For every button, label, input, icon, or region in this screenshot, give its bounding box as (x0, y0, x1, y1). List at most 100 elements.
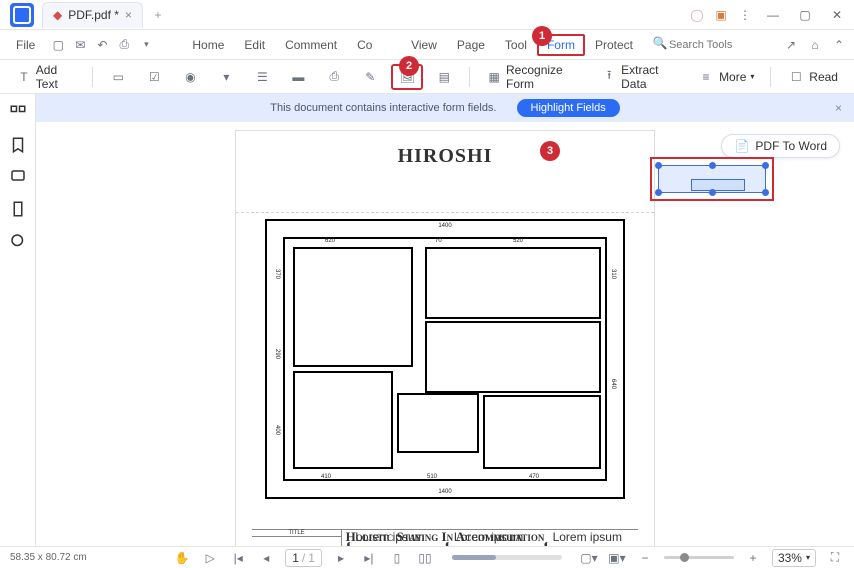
search-icon: 🔍 (651, 34, 669, 52)
zoom-slider[interactable] (664, 556, 734, 559)
selected-form-field[interactable] (650, 157, 774, 201)
checkbox-empty-icon: ☐ (787, 68, 805, 86)
attachments-icon[interactable] (9, 200, 27, 218)
callout-badge-3: 3 (540, 141, 560, 161)
coordinates-readout: 58.35 x 80.72 cm (10, 552, 87, 563)
menu-page[interactable]: Page (447, 34, 495, 56)
info-bar-close-icon[interactable]: × (835, 101, 842, 115)
comments-icon[interactable] (9, 168, 27, 186)
ribbon-toolbar: TAdd Text ▭ ☑ ◉ ▾ ☰ ▬ ⎙ ✎ 🖼 ▤ ▦Recognize… (0, 60, 854, 94)
zoom-out-icon[interactable]: − (636, 549, 654, 567)
list-button[interactable]: ☰ (247, 65, 277, 89)
app-logo-icon (10, 3, 34, 27)
title-bar: ◆ PDF.pdf * × + ◯ ▣ ⋮ — ▢ ✕ (0, 0, 854, 30)
thumbnails-icon[interactable] (9, 104, 27, 122)
date-field-button[interactable]: ▤ (429, 65, 459, 89)
last-page-icon[interactable]: ▸| (360, 549, 378, 567)
add-text-button[interactable]: TAdd Text (10, 60, 82, 94)
callout-badge-2: 2 (399, 56, 419, 76)
menu-view[interactable]: View (401, 34, 447, 56)
list-icon: ☰ (253, 68, 271, 86)
save-icon[interactable]: ▢ (49, 36, 67, 54)
combo-icon: ▾ (217, 68, 235, 86)
highlight-fields-button[interactable]: Highlight Fields (517, 99, 620, 117)
menu-protect[interactable]: Protect (585, 34, 643, 56)
bookmarks-icon[interactable] (9, 136, 27, 154)
button-field-button[interactable]: ▬ (283, 65, 313, 89)
extract-data-button[interactable]: ⭱Extract Data (595, 60, 685, 94)
two-page-icon[interactable]: ▯▯ (416, 549, 434, 567)
button-icon: ▬ (289, 68, 307, 86)
page-number-input[interactable]: 1/1 (285, 549, 322, 567)
info-bar-text: This document contains interactive form … (270, 102, 496, 114)
hand-tool-icon[interactable]: ✋ (173, 549, 191, 567)
menu-tool[interactable]: Tool (495, 34, 537, 56)
checkbox-button[interactable]: ☑ (139, 65, 169, 89)
status-bar: 58.35 x 80.72 cm ✋ ▷ |◂ ◂ 1/1 ▸ ▸| ▯ ▯▯ … (0, 546, 854, 568)
cloud-icon[interactable]: ◯ (688, 6, 706, 24)
select-tool-icon[interactable]: ▷ (201, 549, 219, 567)
menu-icon: ≡ (697, 68, 715, 86)
maximize-button[interactable]: ▢ (792, 3, 818, 27)
zoom-level-dropdown[interactable]: 33%▾ (772, 549, 816, 567)
text-icon: T (16, 68, 32, 86)
external-link-icon[interactable]: ↗ (782, 36, 800, 54)
callout-badge-1: 1 (532, 26, 552, 46)
push-button[interactable]: ⎙ (319, 65, 349, 89)
document-page: HIROSHI 3 1400 620 70 520 370 290 4 (235, 130, 655, 546)
menu-convert[interactable]: Co (347, 34, 401, 56)
file-menu[interactable]: File (6, 34, 45, 56)
scroll-indicator (452, 555, 562, 560)
menu-edit[interactable]: Edit (234, 34, 275, 56)
floor-plan-image: 1400 620 70 520 370 290 400 310 640 (265, 219, 625, 499)
close-tab-icon[interactable]: × (125, 8, 132, 22)
menu-comment[interactable]: Comment (275, 34, 347, 56)
document-tab[interactable]: ◆ PDF.pdf * × (42, 2, 143, 28)
zoom-in-icon[interactable]: + (744, 549, 762, 567)
kebab-menu-icon[interactable]: ⋮ (736, 6, 754, 24)
extract-icon: ⭱ (601, 68, 617, 86)
print-icon[interactable]: ⎙ (115, 36, 133, 54)
radio-button[interactable]: ◉ (175, 65, 205, 89)
mail-icon[interactable]: ✉ (71, 36, 89, 54)
radio-icon: ◉ (181, 68, 199, 86)
close-window-button[interactable]: ✕ (824, 3, 850, 27)
search-tools-input[interactable] (669, 34, 755, 56)
combo-button[interactable]: ▾ (211, 65, 241, 89)
signature-field-button[interactable]: ✎ (355, 65, 385, 89)
undo-icon[interactable]: ↶ (93, 36, 111, 54)
push-icon: ⎙ (325, 68, 343, 86)
recognize-form-button[interactable]: ▦Recognize Form (480, 60, 589, 94)
pdf-to-word-button[interactable]: 📄 PDF To Word (721, 134, 840, 158)
single-page-icon[interactable]: ▯ (388, 549, 406, 567)
menu-home[interactable]: Home (182, 34, 234, 56)
floor-plan-legend: TITLE ◐Lorem ipsum dolor sit◐Lorem ipsum… (252, 529, 638, 546)
doc-title: HIROSHI (236, 145, 654, 168)
recognize-icon: ▦ (486, 68, 502, 86)
signature-icon: ✎ (361, 68, 379, 86)
minimize-button[interactable]: — (760, 3, 786, 27)
new-tab-button[interactable]: + (149, 6, 167, 24)
fit-page-icon[interactable]: ▣▾ (608, 549, 626, 567)
left-sidebar (0, 94, 36, 546)
image-field-placeholder[interactable] (691, 179, 745, 191)
tab-title: PDF.pdf * (68, 8, 119, 22)
fullscreen-icon[interactable]: ⛶ (826, 549, 844, 567)
pdf-file-icon: ◆ (53, 8, 62, 22)
workspace: This document contains interactive form … (0, 94, 854, 546)
more-button[interactable]: ≡More▾ (691, 65, 760, 89)
first-page-icon[interactable]: |◂ (229, 549, 247, 567)
read-checkbox[interactable]: ☐Read (781, 65, 844, 89)
text-field-button[interactable]: ▭ (103, 65, 133, 89)
prev-page-icon[interactable]: ◂ (257, 549, 275, 567)
fit-width-icon[interactable]: ▢▾ (580, 549, 598, 567)
search-panel-icon[interactable] (9, 232, 27, 250)
share-icon[interactable]: ▣ (712, 6, 730, 24)
next-page-icon[interactable]: ▸ (332, 549, 350, 567)
home-icon[interactable]: ⌂ (806, 36, 824, 54)
document-canvas[interactable]: This document contains interactive form … (36, 94, 854, 546)
form-info-bar: This document contains interactive form … (36, 94, 854, 122)
chevron-down-icon[interactable]: ▾ (137, 36, 155, 54)
textfield-icon: ▭ (109, 68, 127, 86)
collapse-ribbon-icon[interactable]: ⌃ (830, 36, 848, 54)
